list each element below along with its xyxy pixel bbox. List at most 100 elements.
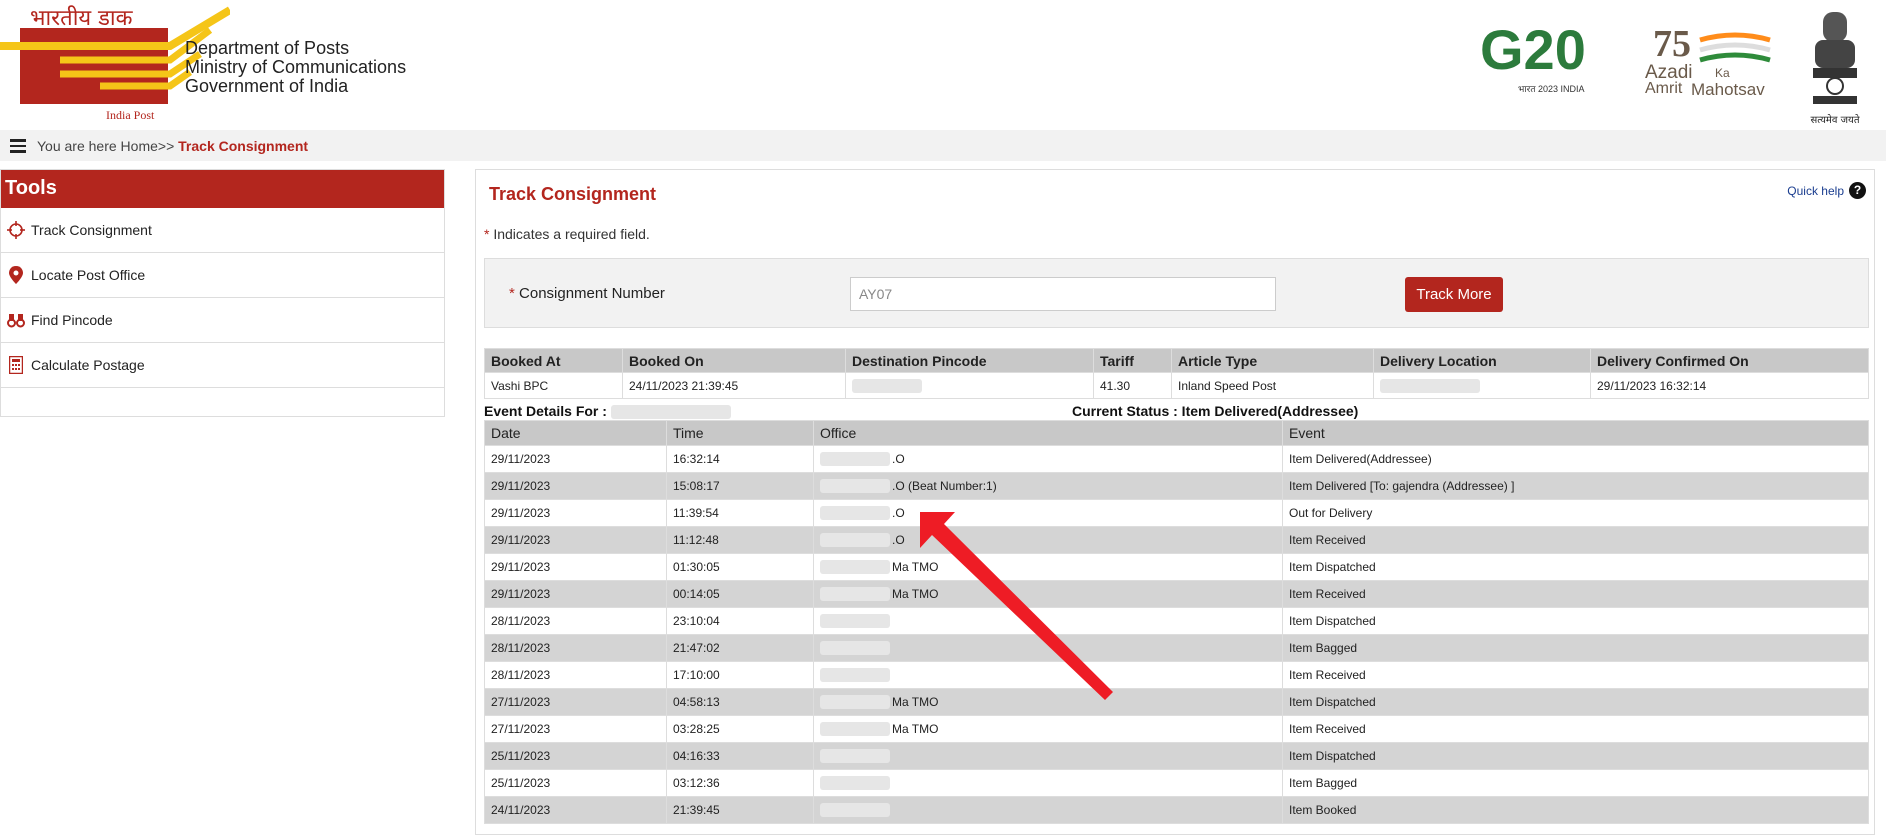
- table-row: 28/11/2023 21:47:02 Item Bagged: [484, 634, 1869, 662]
- event-description-cell: Item Delivered(Addressee): [1282, 445, 1869, 473]
- event-office-cell: [813, 796, 1283, 824]
- column-header: Booked At: [484, 348, 623, 373]
- booking-details-table: Booked At Booked On Destination Pincode …: [484, 348, 1869, 399]
- redacted-patch: [820, 776, 890, 791]
- department-line-3: Government of India: [185, 76, 349, 96]
- event-time-cell: 15:08:17: [666, 472, 814, 500]
- table-row: 29/11/2023 11:39:54 .O Out for Delivery: [484, 499, 1869, 527]
- column-header: Article Type: [1171, 348, 1374, 373]
- sidebar-item-locate-post-office[interactable]: Locate Post Office: [1, 253, 444, 298]
- event-description-cell: Item Dispatched: [1282, 688, 1869, 716]
- booking-header-row: Booked At Booked On Destination Pincode …: [484, 348, 1869, 373]
- logo-hindi-text: भारतीय डाक: [30, 6, 133, 31]
- lion-capital-emblem-icon: [1813, 12, 1857, 104]
- event-description-cell: Item Received: [1282, 715, 1869, 743]
- office-name-text: .O: [892, 505, 905, 520]
- column-header: Office: [813, 420, 1283, 446]
- event-description-cell: Item Dispatched: [1282, 553, 1869, 581]
- department-line-1: Department of Posts: [185, 38, 350, 58]
- event-time-cell: 04:16:33: [666, 742, 814, 770]
- page-title: Track Consignment: [489, 184, 657, 204]
- column-header: Delivery Confirmed On: [1590, 348, 1869, 373]
- breadcrumb-text: You are here Home>> Track Consignment: [37, 138, 308, 154]
- sidebar-item-find-pincode[interactable]: Find Pincode: [1, 298, 444, 343]
- redacted-patch: [820, 695, 890, 710]
- event-time-cell: 21:47:02: [666, 634, 814, 662]
- event-office-cell: Ma TMO: [813, 715, 1283, 743]
- redacted-patch: [820, 533, 890, 548]
- map-pin-icon: [7, 266, 25, 284]
- event-time-cell: 11:12:48: [666, 526, 814, 554]
- column-header: Tariff: [1093, 348, 1172, 373]
- event-date-cell: 25/11/2023: [484, 742, 667, 770]
- event-office-cell: Ma TMO: [813, 688, 1283, 716]
- required-asterisk: *: [509, 285, 515, 302]
- event-office-cell: [813, 634, 1283, 662]
- question-mark-icon[interactable]: ?: [1849, 182, 1866, 199]
- event-description-cell: Item Bagged: [1282, 634, 1869, 662]
- sidebar-item-track-consignment[interactable]: Track Consignment: [1, 208, 444, 253]
- table-row: 27/11/2023 04:58:13 Ma TMO Item Dispatched: [484, 688, 1869, 716]
- column-header: Booked On: [622, 348, 846, 373]
- tariff-cell: 41.30: [1093, 372, 1172, 399]
- office-name-text: Ma TMO: [892, 586, 939, 601]
- sidebar-item-label: Calculate Postage: [31, 357, 145, 373]
- redacted-patch: [820, 452, 890, 467]
- tools-sidebar: Tools Track Consignment Locate Post Offi…: [0, 169, 445, 417]
- event-date-cell: 29/11/2023: [484, 526, 667, 554]
- g20-tagline: भारत 2023 INDIA: [1518, 84, 1585, 94]
- calculator-icon: [7, 356, 25, 374]
- redacted-patch: [852, 378, 922, 393]
- sidebar-item-label: Find Pincode: [31, 312, 113, 328]
- sidebar-item-calculate-postage[interactable]: Calculate Postage: [1, 343, 444, 388]
- event-time-cell: 23:10:04: [666, 607, 814, 635]
- event-time-cell: 11:39:54: [666, 499, 814, 527]
- department-line-2: Ministry of Communications: [185, 57, 407, 77]
- azadi-75-text: 75: [1653, 23, 1691, 65]
- event-description-cell: Item Bagged: [1282, 769, 1869, 797]
- event-time-cell: 01:30:05: [666, 553, 814, 581]
- table-row: 25/11/2023 04:16:33 Item Dispatched: [484, 742, 1869, 770]
- event-description-cell: Item Booked: [1282, 796, 1869, 824]
- redacted-patch: [820, 803, 890, 818]
- g20-logo-text: G20: [1480, 18, 1586, 81]
- event-details-for: Event Details For :: [484, 403, 733, 420]
- hamburger-menu-icon[interactable]: [10, 139, 26, 153]
- breadcrumb: You are here Home>> Track Consignment: [0, 130, 1886, 161]
- track-more-button[interactable]: Track More: [1405, 277, 1503, 312]
- event-date-cell: 25/11/2023: [484, 769, 667, 797]
- track-consignment-panel: Track Consignment Quick help ? * Indicat…: [475, 169, 1875, 835]
- event-description-cell: Item Received: [1282, 526, 1869, 554]
- event-date-cell: 27/11/2023: [484, 715, 667, 743]
- redacted-patch: [820, 614, 890, 629]
- consignment-number-input[interactable]: [850, 277, 1276, 311]
- redacted-patch: [820, 479, 890, 494]
- consignment-form: * Consignment Number Track More: [484, 258, 1869, 328]
- tools-title: Tools: [1, 170, 444, 208]
- redacted-patch: [610, 405, 731, 420]
- breadcrumb-current: Track Consignment: [178, 138, 309, 154]
- binoculars-icon: [7, 311, 25, 329]
- event-date-cell: 29/11/2023: [484, 580, 667, 608]
- event-office-cell: Ma TMO: [813, 580, 1283, 608]
- national-emblem: सत्यमेव जयते: [1805, 6, 1865, 126]
- event-time-cell: 04:58:13: [666, 688, 814, 716]
- table-row: 29/11/2023 01:30:05 Ma TMO Item Dispatched: [484, 553, 1869, 581]
- event-date-cell: 29/11/2023: [484, 499, 667, 527]
- table-row: 24/11/2023 21:39:45 Item Booked: [484, 796, 1869, 824]
- consignment-number-label: * Consignment Number: [509, 285, 665, 302]
- booked-at-cell: Vashi BPC: [484, 372, 623, 399]
- required-field-note: * Indicates a required field.: [484, 226, 650, 242]
- quick-help-link[interactable]: Quick help ?: [1787, 182, 1866, 199]
- event-header-row: Date Time Office Event: [484, 420, 1869, 446]
- office-name-text: Ma TMO: [892, 694, 939, 709]
- breadcrumb-home-link[interactable]: You are here Home>>: [37, 138, 178, 154]
- event-date-cell: 29/11/2023: [484, 472, 667, 500]
- redacted-patch: [820, 587, 890, 602]
- event-date-cell: 28/11/2023: [484, 634, 667, 662]
- event-details-label: Event Details For :: [484, 403, 607, 419]
- event-date-cell: 24/11/2023: [484, 796, 667, 824]
- event-description-cell: Item Dispatched: [1282, 742, 1869, 770]
- azadi-ka-word: Ka: [1715, 66, 1730, 80]
- redacted-patch: [820, 506, 890, 521]
